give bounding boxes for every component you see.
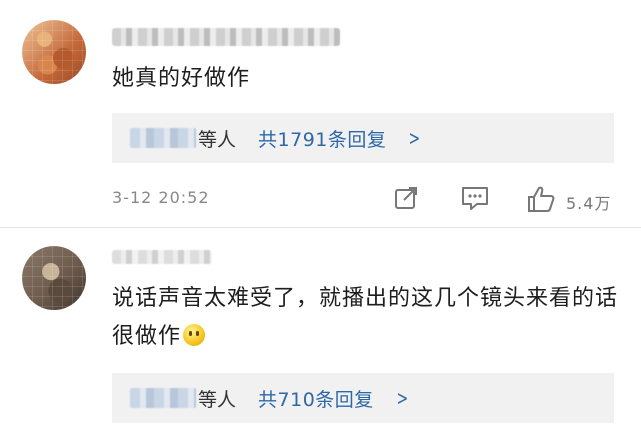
smile-emoji-icon (183, 324, 206, 346)
avatar-mosaic (22, 246, 86, 310)
reply-usernames-blurred (130, 388, 196, 408)
comment-icon[interactable] (460, 184, 490, 212)
comment-item: 她真的好做作 等人 共1791条回复 > 3-12 20:52 5.4万 (0, 0, 641, 228)
reply-count-link[interactable]: 共710条回复 (258, 385, 374, 412)
share-icon[interactable] (392, 184, 420, 212)
reply-suffix: 等人 (198, 388, 237, 411)
chevron-right-icon[interactable]: > (409, 126, 421, 150)
comment-item: 说话声音太难受了，就播出的这几个镜头来看的话很做作 等人 共710条回复 > (0, 228, 641, 447)
username-blurred[interactable] (112, 28, 340, 46)
reply-suffix: 等人 (198, 128, 237, 151)
reply-summary[interactable]: 等人 共1791条回复 > (112, 113, 614, 163)
reply-usernames-blurred (130, 128, 196, 148)
reply-summary[interactable]: 等人 共710条回复 > (112, 373, 614, 423)
avatar[interactable] (22, 20, 86, 84)
reply-count-link[interactable]: 共1791条回复 (258, 125, 386, 152)
avatar-mosaic (22, 20, 86, 84)
avatar[interactable] (22, 246, 86, 310)
username-blurred[interactable] (112, 250, 212, 264)
comment-text: 说话声音太难受了，就播出的这几个镜头来看的话很做作 (112, 280, 619, 356)
chevron-right-icon[interactable]: > (396, 386, 408, 410)
comment-actions: 5.4万 (0, 180, 641, 216)
like-count: 5.4万 (566, 194, 612, 213)
like-icon[interactable] (526, 184, 556, 214)
comment-text: 她真的好做作 (112, 66, 251, 91)
